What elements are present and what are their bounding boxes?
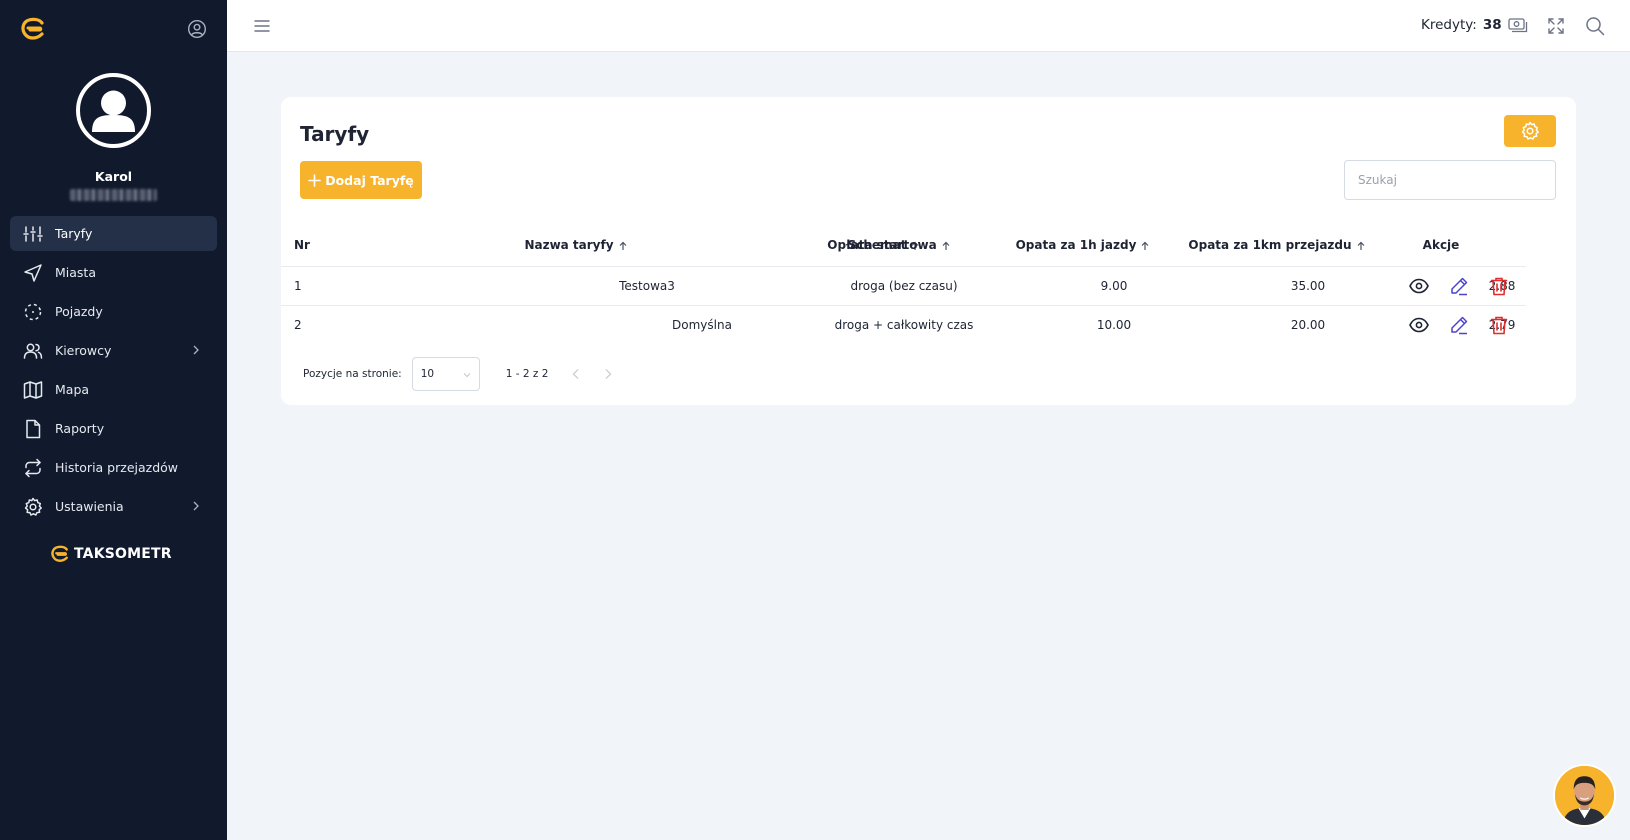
row-actions [1389, 306, 1529, 344]
sidebar-item-label: Miasta [55, 265, 96, 280]
sort-arrow-up-icon [942, 241, 950, 250]
pagination: Pozycje na stronie: 10 1 - 2 z 2 [303, 357, 614, 391]
sort-arrow-up-icon [1141, 241, 1149, 250]
sidebar-brand: TAKSOMETR [49, 545, 172, 563]
user-subtitle-blurred [70, 189, 157, 201]
column-header-nr[interactable]: Nr [294, 224, 334, 266]
cell-name: Testowa3 [619, 279, 675, 293]
add-tariff-label: Dodaj Taryfę [325, 172, 414, 188]
search-input[interactable] [1344, 160, 1556, 200]
brand-name: TAKSOMETR [74, 546, 172, 562]
sidebar-item-raporty[interactable]: Raporty [10, 411, 217, 446]
sidebar-top [0, 0, 227, 56]
gear-icon [24, 497, 42, 516]
cell-name: Domyślna [672, 318, 732, 332]
money-icon[interactable] [1507, 17, 1528, 33]
eye-icon[interactable] [1409, 276, 1429, 296]
fullscreen-icon[interactable] [1547, 17, 1565, 35]
sidebar-item-label: Pojazdy [55, 304, 103, 319]
tariffs-card: Taryfy Dodaj Taryfę Nr Nazwa [281, 97, 1576, 405]
sort-arrow-up-icon [1357, 241, 1364, 250]
gear-icon [1521, 121, 1539, 140]
eye-icon[interactable] [1409, 315, 1429, 335]
prev-page-icon[interactable] [570, 368, 582, 380]
chevron-right-icon [193, 345, 199, 355]
column-header-hour-fee[interactable]: Opata za 1h jazdy [1008, 224, 1158, 266]
sidebar-item-label: Historia przejazdów [55, 460, 179, 475]
brand-logo-icon [51, 545, 68, 562]
map-icon [23, 380, 43, 399]
page-range: 1 - 2 z 2 [505, 368, 549, 380]
user-avatar-icon [92, 90, 135, 132]
trash-icon[interactable] [1489, 315, 1509, 335]
cell-schema: droga + całkowity czas [834, 318, 974, 332]
search-icon[interactable] [1585, 16, 1605, 36]
brand-logo-icon[interactable] [19, 17, 47, 41]
sidebar-item-mapa[interactable]: Mapa [10, 372, 217, 407]
person-photo-icon [1555, 766, 1614, 825]
avatar[interactable] [76, 73, 151, 148]
file-icon [26, 419, 41, 438]
sidebar: Karol Taryfy Miasta Pojazdy Kierowcy Map… [0, 0, 227, 840]
sidebar-item-miasta[interactable]: Miasta [10, 255, 217, 290]
chevron-right-icon [193, 501, 199, 511]
next-page-icon[interactable] [602, 368, 614, 380]
page-size-select[interactable]: 10 [411, 357, 480, 391]
trash-icon[interactable] [1489, 276, 1509, 296]
top-header: Kredyty: 38 [227, 0, 1630, 52]
page-title: Taryfy [300, 122, 370, 146]
cell-nr: 2 [294, 318, 302, 332]
cell-hour-fee: 35.00 [1290, 279, 1326, 293]
sidebar-item-label: Mapa [55, 382, 90, 397]
tariffs-table: Nr Nazwa taryfy Schemat Opłata startowa … [281, 224, 1526, 344]
table-row: 2 Domyślna droga + całkowity czas 10.00 … [281, 305, 1526, 344]
cell-start-fee: 9.00 [1100, 279, 1128, 293]
users-icon [23, 343, 43, 359]
column-header-start-fee[interactable]: Opłata startowa [814, 224, 964, 266]
sidebar-item-kierowcy[interactable]: Kierowcy [10, 333, 217, 368]
sidebar-item-label: Taryfy [55, 226, 93, 241]
app-root: Karol Taryfy Miasta Pojazdy Kierowcy Map… [0, 0, 1630, 840]
repeat-icon [25, 458, 41, 477]
user-circle-icon[interactable] [187, 19, 207, 39]
credits-display: Kredyty: 38 [1421, 17, 1528, 33]
pencil-icon[interactable] [1449, 315, 1469, 335]
page-size-label: Pozycje na stronie: [303, 368, 402, 380]
page-size-value: 10 [420, 368, 435, 380]
credits-value: 38 [1482, 17, 1502, 33]
navigation-icon [24, 263, 42, 282]
column-header-name[interactable]: Nazwa taryfy [511, 224, 641, 266]
cell-nr: 1 [294, 279, 302, 293]
sidebar-item-label: Kierowcy [55, 343, 112, 358]
sidebar-item-taryfy[interactable]: Taryfy [10, 216, 217, 251]
support-chat-avatar[interactable] [1553, 764, 1616, 827]
sliders-icon [23, 225, 43, 242]
sidebar-nav: Taryfy Miasta Pojazdy Kierowcy Mapa Rapo… [10, 216, 217, 528]
sidebar-item-historia[interactable]: Historia przejazdów [10, 450, 217, 485]
credits-label: Kredyty: [1421, 17, 1477, 33]
column-header-actions: Akcje [1422, 238, 1460, 252]
table-header-row: Nr Nazwa taryfy Schemat Opłata startowa … [281, 224, 1526, 266]
sidebar-item-label: Raporty [55, 421, 105, 436]
cell-schema: droga (bez czasu) [850, 279, 958, 293]
sidebar-item-label: Ustawienia [55, 499, 124, 514]
plus-icon [308, 173, 322, 187]
table-row: 1 Testowa3 droga (bez czasu) 9.00 35.00 … [281, 266, 1526, 305]
sort-arrow-up-icon [619, 241, 626, 250]
row-actions [1389, 267, 1529, 305]
pencil-icon[interactable] [1449, 276, 1469, 296]
settings-button[interactable] [1504, 115, 1556, 147]
chevron-down-icon [463, 373, 471, 378]
column-header-km-fee[interactable]: Opata za 1km przejazdu [1182, 224, 1372, 266]
add-tariff-button[interactable]: Dodaj Taryfę [300, 161, 422, 199]
cell-hour-fee: 20.00 [1290, 318, 1326, 332]
user-name: Karol [94, 169, 133, 184]
cell-start-fee: 10.00 [1096, 318, 1132, 332]
sidebar-item-ustawienia[interactable]: Ustawienia [10, 489, 217, 524]
hamburger-menu-icon[interactable] [253, 17, 271, 35]
sidebar-item-pojazdy[interactable]: Pojazdy [10, 294, 217, 329]
dashed-circle-icon [24, 303, 42, 320]
